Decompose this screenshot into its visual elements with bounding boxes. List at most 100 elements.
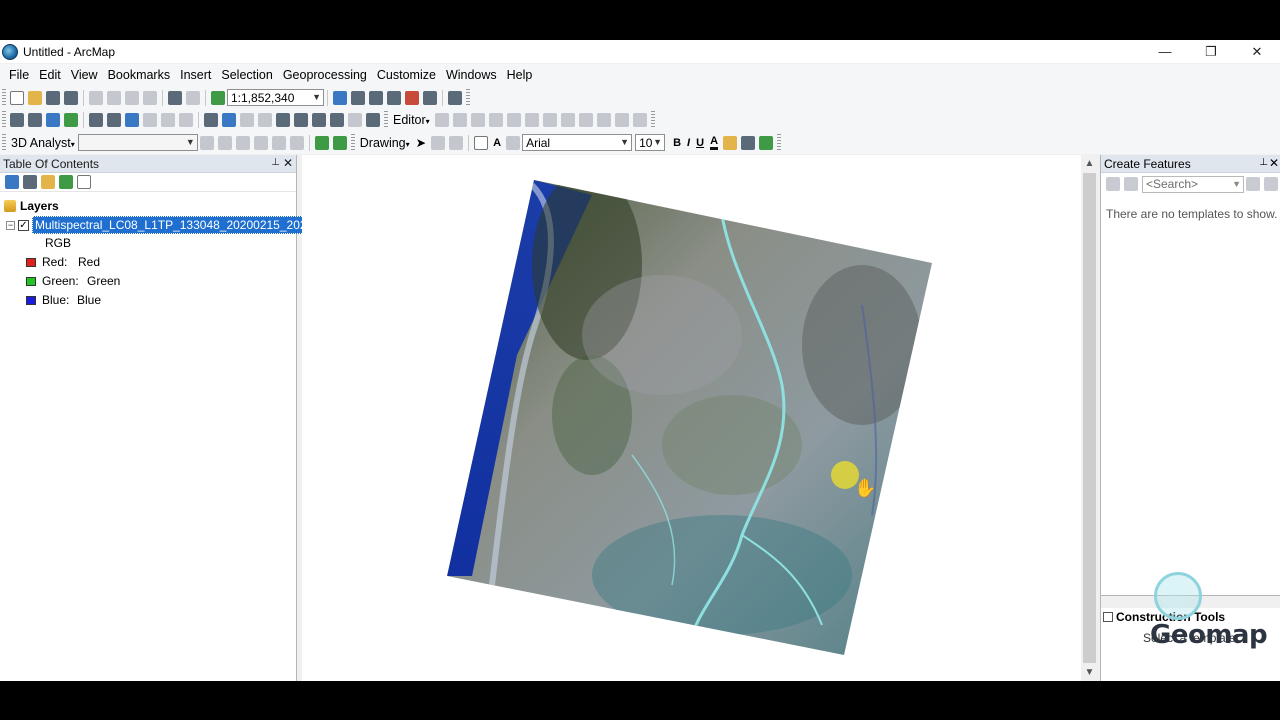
pointer-icon[interactable]: ➤ (416, 135, 426, 150)
italic-button[interactable]: I (687, 137, 690, 149)
cut-icon[interactable] (89, 90, 103, 105)
clear-selection-icon[interactable] (179, 112, 193, 127)
delete-icon[interactable] (143, 90, 157, 105)
fill-color-icon[interactable] (723, 135, 738, 150)
split-icon[interactable] (560, 112, 575, 127)
interpolate-line-icon[interactable] (271, 135, 286, 150)
hyperlink-icon[interactable] (240, 112, 254, 127)
editor-menu[interactable]: Editor▾ (393, 113, 430, 127)
edit-annotation-icon[interactable] (452, 112, 467, 127)
close-icon[interactable]: ✕ (1234, 40, 1280, 63)
undo-icon[interactable] (168, 90, 182, 105)
redo-icon[interactable] (186, 90, 200, 105)
minimize-icon[interactable]: — (1142, 40, 1188, 63)
new-document-icon[interactable] (10, 90, 24, 105)
map-vertical-scrollbar[interactable]: ▲ ▼ (1081, 155, 1098, 681)
zoom-to-element-icon[interactable] (449, 135, 464, 150)
menu-file[interactable]: File (4, 68, 34, 82)
scrollbar-thumb[interactable] (1083, 173, 1096, 663)
options-icon[interactable] (77, 175, 91, 189)
go-to-xy-icon[interactable] (330, 112, 344, 127)
save-icon[interactable] (46, 90, 60, 105)
arcscene-icon[interactable] (332, 135, 347, 150)
attributes-icon[interactable] (596, 112, 611, 127)
layer-visibility-checkbox[interactable]: ✓ (18, 219, 29, 231)
python-window-icon[interactable] (423, 90, 437, 105)
text-tool-icon[interactable]: A (493, 137, 501, 149)
map-display[interactable]: ✋ (302, 155, 1081, 681)
straight-segment-icon[interactable] (470, 112, 485, 127)
scroll-up-icon[interactable]: ▲ (1081, 155, 1098, 172)
full-extent-icon[interactable] (64, 112, 78, 127)
create-features-icon[interactable] (632, 112, 647, 127)
cut-polygons-icon[interactable] (542, 112, 557, 127)
table-of-contents-icon[interactable] (351, 90, 365, 105)
add-data-icon[interactable] (211, 90, 225, 105)
model-builder-icon[interactable] (448, 90, 462, 105)
font-name-combo[interactable]: Arial ▼ (522, 134, 633, 151)
identify-icon[interactable] (222, 112, 236, 127)
catalog-window-icon[interactable] (369, 90, 383, 105)
list-by-source-icon[interactable] (23, 175, 37, 189)
search-window-icon[interactable] (387, 90, 401, 105)
find-icon[interactable] (294, 112, 308, 127)
edit-vertices-drawing-icon[interactable] (506, 135, 521, 150)
menu-edit[interactable]: Edit (34, 68, 66, 82)
print-icon[interactable] (64, 90, 78, 105)
font-color-button[interactable]: A (710, 135, 719, 150)
menu-geoprocessing[interactable]: Geoprocessing (278, 68, 372, 82)
pan-hand-icon[interactable] (46, 112, 60, 127)
edit-vertices-icon[interactable] (506, 112, 521, 127)
back-arrow-icon[interactable] (125, 112, 139, 127)
reshape-icon[interactable] (524, 112, 539, 127)
list-by-visibility-icon[interactable] (41, 175, 55, 189)
trace-icon[interactable] (488, 112, 503, 127)
bold-button[interactable]: B (673, 137, 681, 149)
organize-templates-icon[interactable] (1106, 177, 1120, 191)
clear-search-icon[interactable] (1264, 177, 1278, 191)
search-options-icon[interactable] (1246, 177, 1260, 191)
pin-icon[interactable]: ⊥ (1259, 157, 1268, 168)
select-features-icon[interactable] (161, 112, 175, 127)
paste-icon[interactable] (125, 90, 139, 105)
edit-tool-icon[interactable] (434, 112, 449, 127)
viewer-window-icon[interactable] (366, 112, 380, 127)
font-size-combo[interactable]: 10 ▼ (635, 134, 666, 151)
steepest-path-icon[interactable] (217, 135, 232, 150)
group-templates-icon[interactable] (1124, 177, 1138, 191)
collapse-icon[interactable]: − (6, 220, 15, 230)
drawing-menu[interactable]: Drawing▾ (360, 136, 410, 150)
restore-icon[interactable]: ❐ (1188, 40, 1234, 63)
copy-icon[interactable] (107, 90, 121, 105)
3d-analyst-menu[interactable]: 3D Analyst▾ (11, 136, 75, 150)
arcglobe-icon[interactable] (314, 135, 329, 150)
editor-toolbar-icon[interactable] (333, 90, 347, 105)
arctoolbox-icon[interactable] (405, 90, 419, 105)
find-route-icon[interactable] (312, 112, 326, 127)
fixed-zoom-in-icon[interactable] (89, 112, 103, 127)
forward-arrow-icon[interactable] (143, 112, 157, 127)
list-by-selection-icon[interactable] (59, 175, 73, 189)
open-folder-icon[interactable] (28, 90, 42, 105)
map-scale-combo[interactable]: 1:1,852,340 ▼ (227, 89, 324, 106)
rotate-element-icon[interactable] (431, 135, 446, 150)
menu-insert[interactable]: Insert (175, 68, 216, 82)
menu-selection[interactable]: Selection (216, 68, 277, 82)
menu-customize[interactable]: Customize (372, 68, 441, 82)
pin-icon[interactable]: ⊥ (271, 157, 280, 168)
layer-row[interactable]: − ✓ Multispectral_LC08_L1TP_133048_20200… (6, 216, 317, 234)
list-by-drawing-order-icon[interactable] (5, 175, 19, 189)
zoom-in-icon[interactable] (10, 112, 24, 127)
measure-icon[interactable] (276, 112, 290, 127)
rotate-icon[interactable] (578, 112, 593, 127)
close-icon[interactable]: ✕ (1269, 156, 1279, 170)
layer-name[interactable]: Multispectral_LC08_L1TP_133048_20200215_… (32, 216, 317, 234)
interpolate-point-icon[interactable] (253, 135, 268, 150)
underline-button[interactable]: U (696, 137, 704, 149)
sketch-properties-icon[interactable] (614, 112, 629, 127)
fixed-zoom-out-icon[interactable] (107, 112, 121, 127)
select-elements-icon[interactable] (204, 112, 218, 127)
menu-view[interactable]: View (66, 68, 103, 82)
line-of-sight-icon[interactable] (235, 135, 250, 150)
marker-color-icon[interactable] (759, 135, 774, 150)
